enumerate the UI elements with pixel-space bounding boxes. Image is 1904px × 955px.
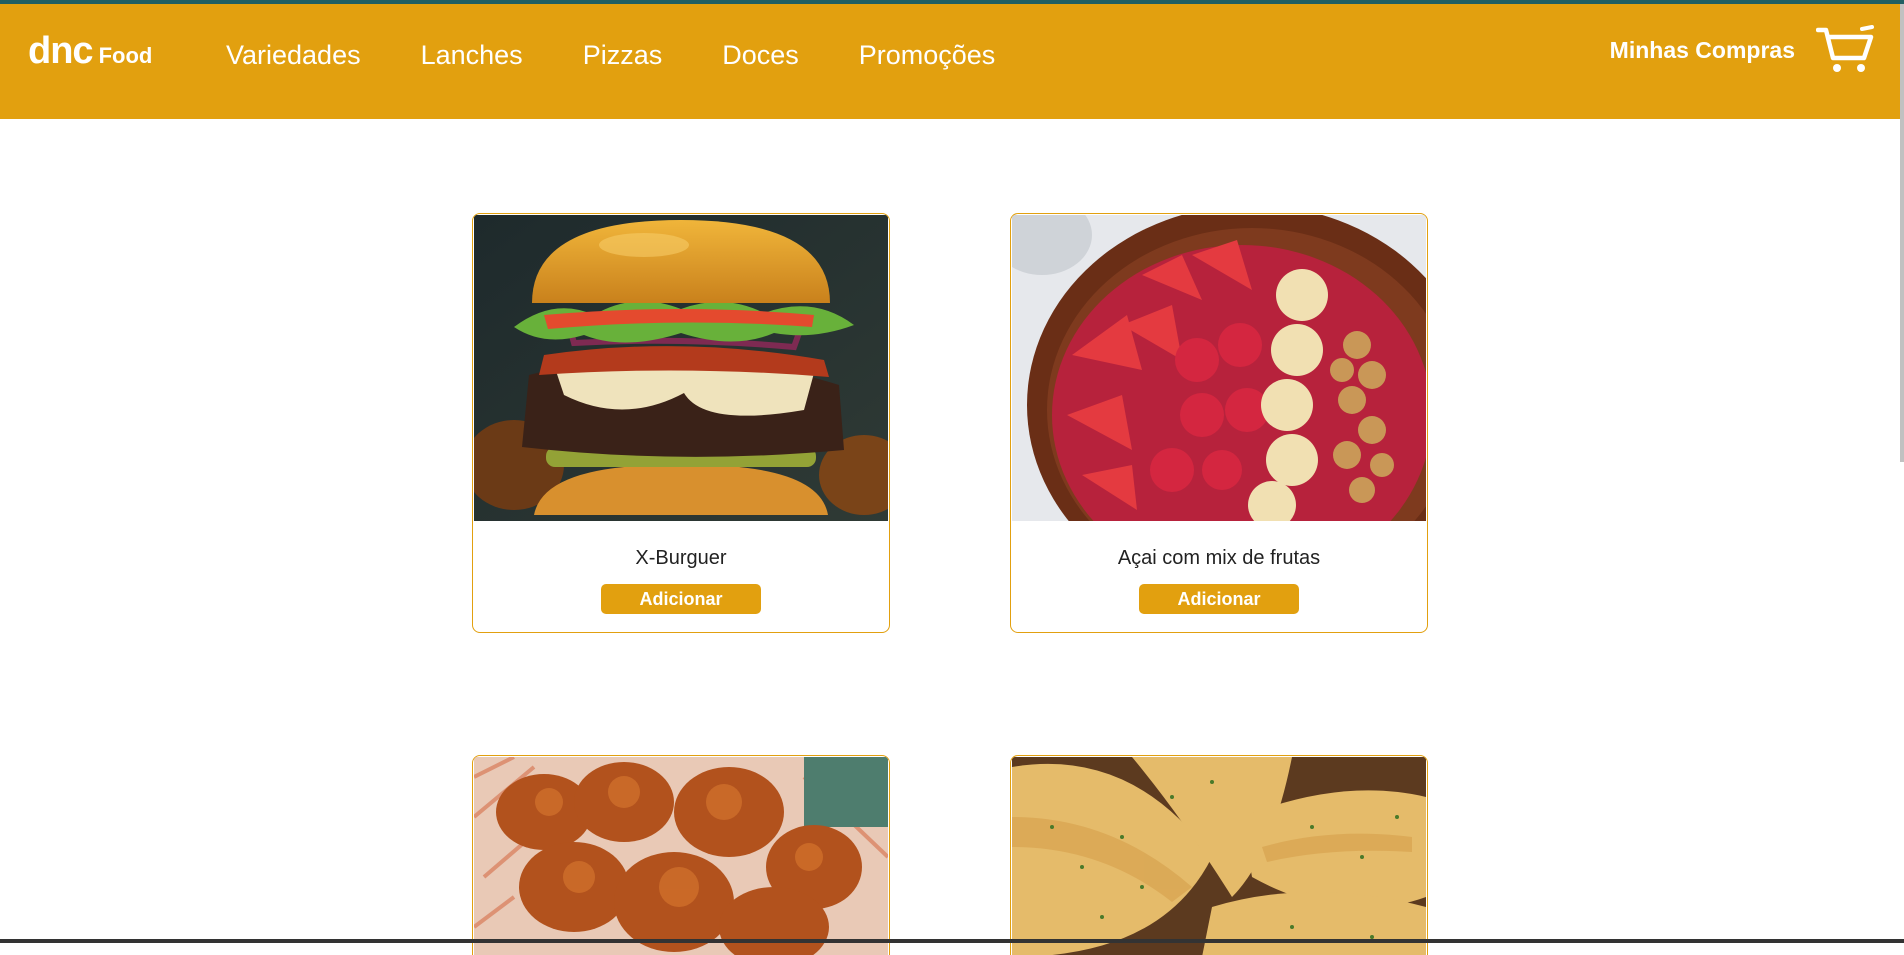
burger-photo[interactable] (474, 215, 888, 521)
product-card-pastel (1010, 755, 1428, 955)
nav-lanches[interactable]: Lanches (421, 40, 523, 71)
product-name: Açai com mix de frutas (1117, 547, 1321, 569)
acai-bowl-photo[interactable] (1012, 215, 1426, 521)
nav-promocoes[interactable]: Promoções (859, 40, 996, 71)
nav-doces[interactable]: Doces (722, 40, 799, 71)
nav-variedades[interactable]: Variedades (226, 40, 361, 71)
nav-pizzas[interactable]: Pizzas (583, 40, 663, 71)
shopping-cart-icon[interactable] (1815, 24, 1876, 74)
product-card-fried-chicken (472, 755, 890, 955)
add-x-burguer-button[interactable]: Adicionar (601, 584, 761, 614)
top-navbar: dnc Food Variedades Lanches Pizzas Doces … (0, 4, 1900, 119)
vertical-scrollbar[interactable] (1900, 4, 1904, 462)
logo-dnc: dnc (28, 30, 94, 72)
fried-chicken-photo[interactable] (474, 757, 888, 955)
product-card-x-burguer: X-Burguer Adicionar (472, 213, 890, 633)
category-nav: Variedades Lanches Pizzas Doces Promoçõe… (226, 40, 995, 71)
pastel-photo[interactable] (1012, 757, 1426, 955)
my-purchases-link[interactable]: Minhas Compras (1610, 37, 1795, 64)
add-acai-button[interactable]: Adicionar (1139, 584, 1299, 614)
product-name: X-Burguer (635, 547, 727, 569)
product-card-acai: Açai com mix de frutas Adicionar (1010, 213, 1428, 633)
logo-food: Food (98, 43, 153, 68)
brand-logo[interactable]: dnc Food (28, 30, 152, 73)
window-bottom-border (0, 939, 1904, 943)
